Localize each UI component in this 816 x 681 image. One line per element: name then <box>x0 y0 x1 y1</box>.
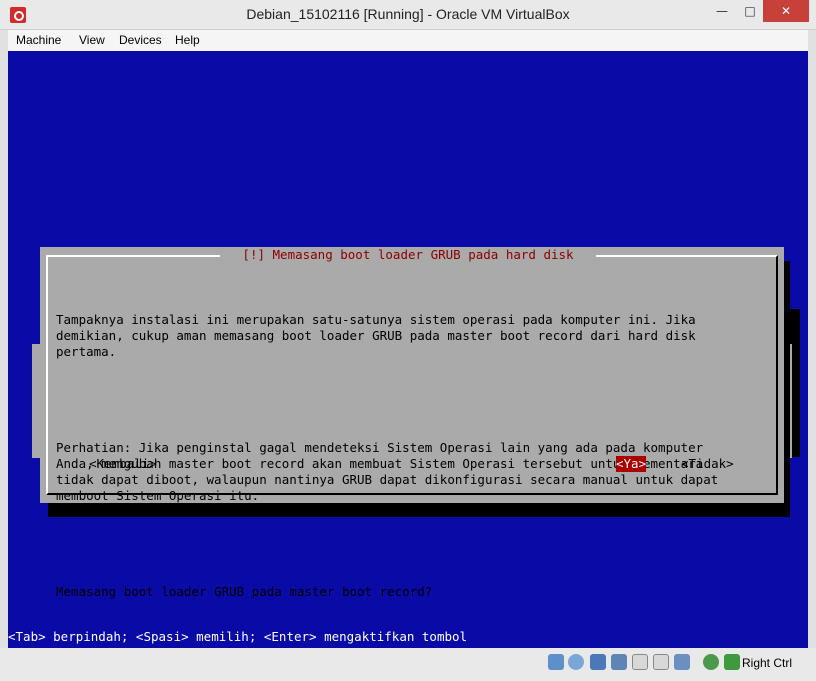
menu-view[interactable]: View <box>79 33 105 47</box>
dialog-paragraph-2: Perhatian: Jika penginstal gagal mendete… <box>56 440 719 503</box>
hdd-icon[interactable] <box>548 654 564 670</box>
keyboard-help-line: <Tab> berpindah; <Spasi> memilih; <Enter… <box>8 629 468 644</box>
close-button[interactable]: ✕ <box>763 0 809 22</box>
keyboard-capture-icon[interactable] <box>724 654 740 670</box>
window-title: Debian_15102116 [Running] - Oracle VM Vi… <box>246 6 570 22</box>
maximize-button[interactable]: □ <box>737 0 763 22</box>
dialog-paragraph-1: Tampaknya instalasi ini merupakan satu-s… <box>56 312 696 359</box>
display-icon[interactable] <box>653 654 669 670</box>
status-bar: Right Ctrl <box>0 648 816 681</box>
optical-disk-icon[interactable] <box>568 654 584 670</box>
menu-machine[interactable]: Machine <box>16 33 61 47</box>
vm-screen[interactable]: [!] Memasang boot loader GRUB pada hard … <box>8 51 808 648</box>
mouse-integration-icon[interactable] <box>703 654 719 670</box>
yes-button[interactable]: <Ya> <box>616 456 647 472</box>
video-capture-icon[interactable] <box>674 654 690 670</box>
window-titlebar[interactable]: Debian_15102116 [Running] - Oracle VM Vi… <box>0 0 816 30</box>
host-key-label: Right Ctrl <box>742 656 793 670</box>
shared-folder-icon[interactable] <box>632 654 648 670</box>
menu-bar: Machine View Devices Help <box>8 30 808 51</box>
menu-help[interactable]: Help <box>175 33 200 47</box>
back-button[interactable]: <Kembali> <box>89 456 157 472</box>
dialog-title: [!] Memasang boot loader GRUB pada hard … <box>220 247 596 263</box>
menu-devices[interactable]: Devices <box>119 33 162 47</box>
dialog-body: Tampaknya instalasi ini merupakan satu-s… <box>56 280 776 632</box>
grub-install-dialog: [!] Memasang boot loader GRUB pada hard … <box>40 247 784 599</box>
dialog-question: Memasang boot loader GRUB pada master bo… <box>56 584 433 599</box>
network-icon[interactable] <box>611 654 627 670</box>
usb-icon[interactable] <box>590 654 606 670</box>
minimize-button[interactable]: — <box>707 0 737 22</box>
no-button[interactable]: <Tidak> <box>681 456 734 472</box>
